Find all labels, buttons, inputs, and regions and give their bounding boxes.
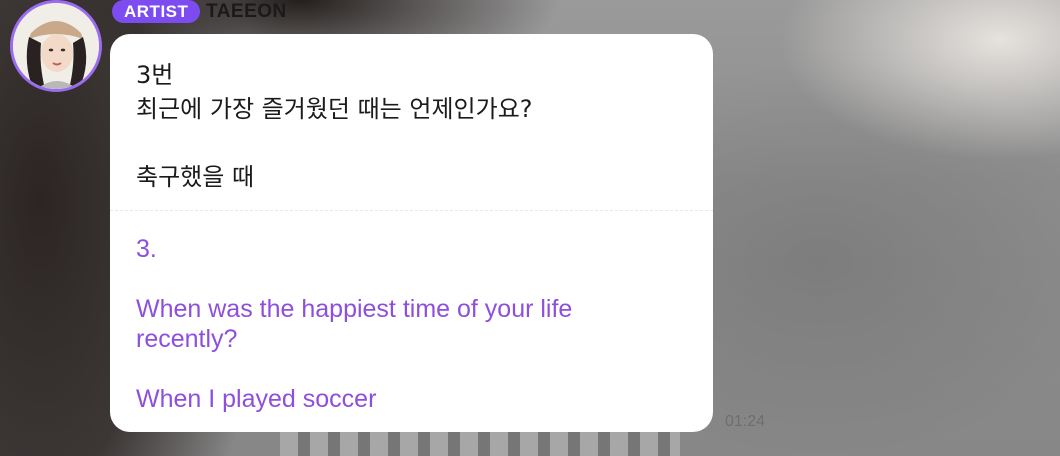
artist-name[interactable]: TAEEON — [206, 0, 287, 23]
original-message: 3번 최근에 가장 즐거웠던 때는 언제인가요? 축구했을 때 — [136, 58, 696, 194]
shirt-print — [280, 428, 680, 456]
avatar-photo-icon — [13, 3, 99, 89]
message-bubble[interactable]: 3번 최근에 가장 즐거웠던 때는 언제인가요? 축구했을 때 3. When … — [110, 34, 713, 432]
translation-divider — [110, 210, 713, 211]
translation-question-line1: When was the happiest time of your life — [136, 295, 573, 323]
original-line-number: 3번 — [136, 61, 174, 89]
sender-avatar[interactable] — [10, 0, 102, 92]
artist-badge: ARTIST — [112, 0, 201, 23]
message-timestamp: 01:24 — [725, 413, 766, 430]
translation-answer: When I played soccer — [136, 385, 377, 413]
translated-message: 3. When was the happiest time of your li… — [136, 234, 676, 414]
translation-number: 3. — [136, 235, 157, 263]
original-line-answer: 축구했을 때 — [136, 163, 255, 191]
translation-question-line2: recently? — [136, 325, 238, 353]
original-line-question: 최근에 가장 즐거웠던 때는 언제인가요? — [136, 95, 533, 123]
background-shadow — [700, 60, 1060, 456]
